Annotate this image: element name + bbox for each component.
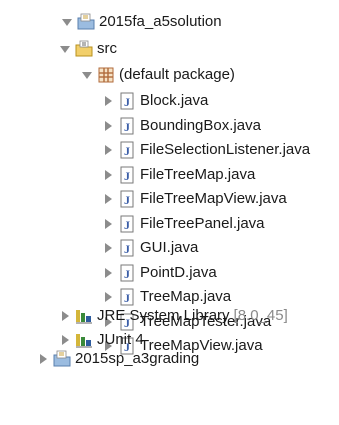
tree-node-label: FileTreeMapView.java [140, 190, 287, 207]
project-folder-icon [53, 350, 71, 368]
tree-node-label: JRE System Library [97, 307, 230, 324]
tree-node-java-file[interactable]: FileSelectionListener.java [101, 138, 310, 162]
tree-node-label: (default package) [119, 66, 235, 83]
java-file-icon [118, 215, 136, 233]
expanded-arrow-icon[interactable] [80, 68, 94, 82]
collapsed-arrow-icon[interactable] [101, 94, 115, 108]
collapsed-arrow-icon[interactable] [101, 290, 115, 304]
collapsed-arrow-icon[interactable] [101, 192, 115, 206]
java-file-icon [118, 239, 136, 257]
tree-node-label: GUI.java [140, 239, 199, 256]
tree-node-java-file[interactable]: BoundingBox.java [101, 114, 261, 138]
collapsed-arrow-icon[interactable] [101, 143, 115, 157]
tree-node-label: 2015sp_a3grading [75, 350, 200, 367]
tree-node-java-file[interactable]: FileTreeMap.java [101, 163, 255, 187]
java-file-icon [118, 92, 136, 110]
jre-version-label: [8.0_45] [233, 307, 288, 324]
tree-node-java-file[interactable]: PointD.java [101, 261, 217, 285]
java-file-icon [118, 141, 136, 159]
collapsed-arrow-icon[interactable] [101, 266, 115, 280]
tree-node-label: BoundingBox.java [140, 117, 261, 134]
tree-node-java-file[interactable]: Block.java [101, 89, 208, 113]
tree-node-java-file[interactable]: FileTreeMapView.java [101, 187, 287, 211]
tree-node-label: Block.java [140, 92, 209, 109]
collapsed-arrow-icon[interactable] [36, 352, 50, 366]
tree-node-project-2015sp-a3grading[interactable]: 2015sp_a3grading [36, 347, 199, 371]
tree-node-label: 2015fa_a5solution [99, 13, 222, 30]
collapsed-arrow-icon[interactable] [101, 168, 115, 182]
tree-node-default-package[interactable]: (default package) [80, 63, 235, 87]
tree-node-java-file[interactable]: FileTreePanel.java [101, 212, 265, 236]
tree-node-java-file[interactable]: GUI.java [101, 236, 198, 260]
java-file-icon [118, 190, 136, 208]
source-folder-icon [75, 40, 93, 58]
expanded-arrow-icon[interactable] [58, 42, 72, 56]
expanded-arrow-icon[interactable] [60, 15, 74, 29]
java-file-icon [118, 117, 136, 135]
library-icon [75, 307, 93, 325]
java-file-icon [118, 166, 136, 184]
tree-node-label: PointD.java [140, 264, 217, 281]
java-file-icon [118, 264, 136, 282]
collapsed-arrow-icon[interactable] [58, 309, 72, 323]
collapsed-arrow-icon[interactable] [101, 119, 115, 133]
project-folder-icon [77, 13, 95, 31]
tree-node-label: FileTreeMap.java [140, 166, 256, 183]
collapsed-arrow-icon[interactable] [101, 217, 115, 231]
tree-node-label: FileSelectionListener.java [140, 141, 311, 158]
package-icon [97, 66, 115, 84]
tree-node-jre-system-library[interactable]: JRE System Library [8.0_45] [58, 304, 288, 328]
collapsed-arrow-icon[interactable] [58, 333, 72, 347]
package-explorer-tree: 2015fa_a5solution src (default package) … [0, 0, 339, 425]
tree-node-src[interactable]: src [58, 37, 117, 61]
tree-node-project-2015fa-a5solution[interactable]: 2015fa_a5solution [60, 10, 222, 34]
tree-node-label: FileTreePanel.java [140, 215, 265, 232]
collapsed-arrow-icon[interactable] [101, 241, 115, 255]
tree-node-label: src [97, 40, 117, 57]
